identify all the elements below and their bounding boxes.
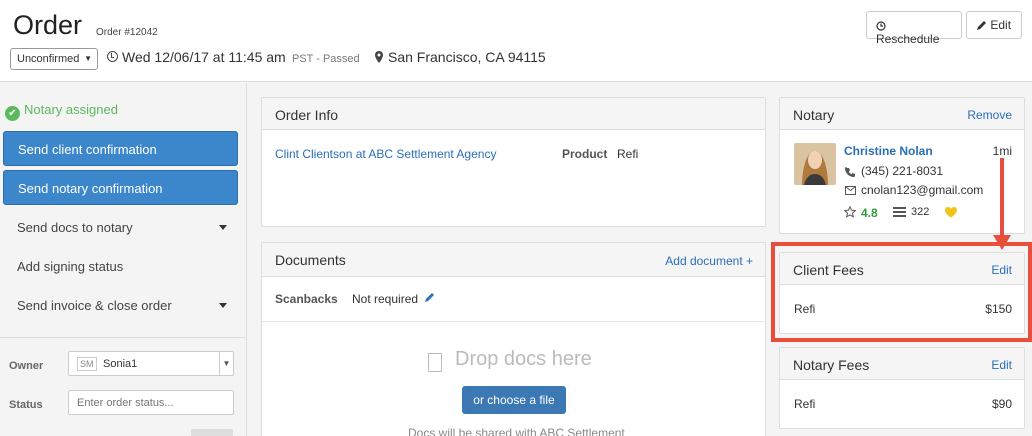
owner-select[interactable]: SM Sonia1 ▼ (68, 351, 234, 376)
envelope-icon (845, 186, 856, 195)
owner-value: Sonia1 (103, 358, 138, 370)
annotation-arrow-head (993, 235, 1011, 250)
caret-down-icon (219, 225, 227, 230)
order-header: Order Order #12042 Unconfirmed ▼ Wed 12/… (0, 0, 1032, 82)
pencil-icon[interactable] (424, 292, 435, 303)
share-note: Docs will be shared with ABC Settlement (408, 426, 625, 436)
reschedule-button[interactable]: Reschedule (866, 11, 962, 46)
status-label: Status (9, 399, 43, 411)
map-pin-icon (375, 51, 383, 63)
scanbacks-value: Not required (352, 292, 419, 306)
add-document-link[interactable]: Add document + (665, 254, 753, 268)
notary-email: cnolan123@gmail.com (861, 183, 984, 197)
notary-fees-panel: Notary Fees Edit Refi $90 (779, 347, 1025, 429)
save-status-button[interactable] (191, 429, 233, 436)
pencil-icon (977, 21, 986, 30)
documents-title: Documents (275, 252, 346, 268)
fee-item: Refi (794, 397, 816, 411)
list-icon (893, 207, 906, 217)
send-notary-confirmation-button[interactable]: Send notary confirmation (3, 170, 238, 205)
remove-notary-link[interactable]: Remove (967, 108, 1012, 122)
order-info-panel: Order Info Clint Clientson at ABC Settle… (261, 97, 766, 227)
order-info-header: Order Info (262, 98, 765, 130)
divider (262, 321, 765, 322)
product-value: Refi (617, 147, 639, 161)
sidebar-item-label: Send docs to notary (17, 220, 133, 235)
notary-assigned-label: Notary assigned (24, 102, 118, 117)
chevron-down-icon: ▼ (84, 54, 92, 63)
send-client-confirmation-button[interactable]: Send client confirmation (3, 131, 238, 166)
client-link[interactable]: Clint Clientson at ABC Settlement Agency (275, 147, 496, 161)
clock-icon (876, 21, 886, 31)
sidebar-item-label: Add signing status (17, 259, 124, 274)
notary-panel: Notary Remove Christine Nolan 1mi (345) … (779, 97, 1025, 234)
check-circle-icon: ✔ (5, 106, 20, 121)
appointment-location: San Francisco, CA 94115 (388, 49, 546, 65)
edit-notary-fees-link[interactable]: Edit (991, 358, 1012, 372)
owner-label: Owner (9, 360, 44, 372)
order-status-input[interactable] (68, 390, 234, 415)
sidebar-item-label: Send invoice & close order (17, 298, 172, 313)
edit-order-label: Edit (990, 18, 1012, 32)
notary-distance: 1mi (992, 144, 1012, 158)
heart-icon[interactable] (945, 207, 957, 218)
product-label: Product (562, 147, 608, 161)
fee-row: Refi $90 (794, 397, 1012, 411)
drop-zone-text: Drop docs here (455, 348, 592, 370)
reschedule-label: Reschedule (876, 32, 940, 46)
choose-file-button[interactable]: or choose a file (462, 386, 566, 414)
notary-fees-header: Notary Fees (780, 348, 1024, 380)
page-title: Order (13, 10, 83, 40)
sidebar-item-send-invoice[interactable]: Send invoice & close order (17, 298, 227, 313)
notary-phone: (345) 221-8031 (861, 164, 944, 178)
order-status-select[interactable]: Unconfirmed ▼ (10, 48, 98, 70)
sidebar-item-send-docs[interactable]: Send docs to notary (17, 220, 227, 235)
notary-fees-title: Notary Fees (793, 357, 870, 373)
notary-jobs: 322 (911, 206, 930, 218)
star-icon (844, 206, 856, 218)
order-number: Order #12042 (96, 27, 158, 38)
appointment-datetime: Wed 12/06/17 at 11:45 am (122, 49, 286, 65)
file-icon (428, 353, 442, 372)
order-status-value: Unconfirmed (17, 53, 80, 65)
notary-name-link[interactable]: Christine Nolan (844, 144, 933, 158)
notary-assigned-status: ✔ Notary assigned (5, 102, 118, 121)
clock-icon (107, 51, 118, 62)
annotation-highlight-box (771, 242, 1032, 342)
sidebar: ✔ Notary assigned Send client confirmatio… (0, 83, 247, 436)
sidebar-item-add-signing-status[interactable]: Add signing status (17, 259, 227, 274)
divider (0, 337, 246, 338)
notary-title: Notary (793, 107, 835, 123)
phone-icon (845, 167, 855, 177)
notary-avatar (794, 143, 836, 185)
annotation-arrow-line (1000, 158, 1004, 240)
scanbacks-label: Scanbacks (275, 292, 338, 306)
notary-rating: 4.8 (861, 206, 878, 220)
documents-panel: Documents Add document + Scanbacks Not r… (261, 242, 766, 436)
owner-initials-badge: SM (77, 357, 97, 371)
chevron-down-icon: ▼ (219, 352, 233, 375)
fee-amount: $90 (991, 397, 1012, 411)
timezone-note: PST - Passed (292, 53, 360, 65)
caret-down-icon (219, 303, 227, 308)
edit-order-button[interactable]: Edit (966, 11, 1022, 39)
